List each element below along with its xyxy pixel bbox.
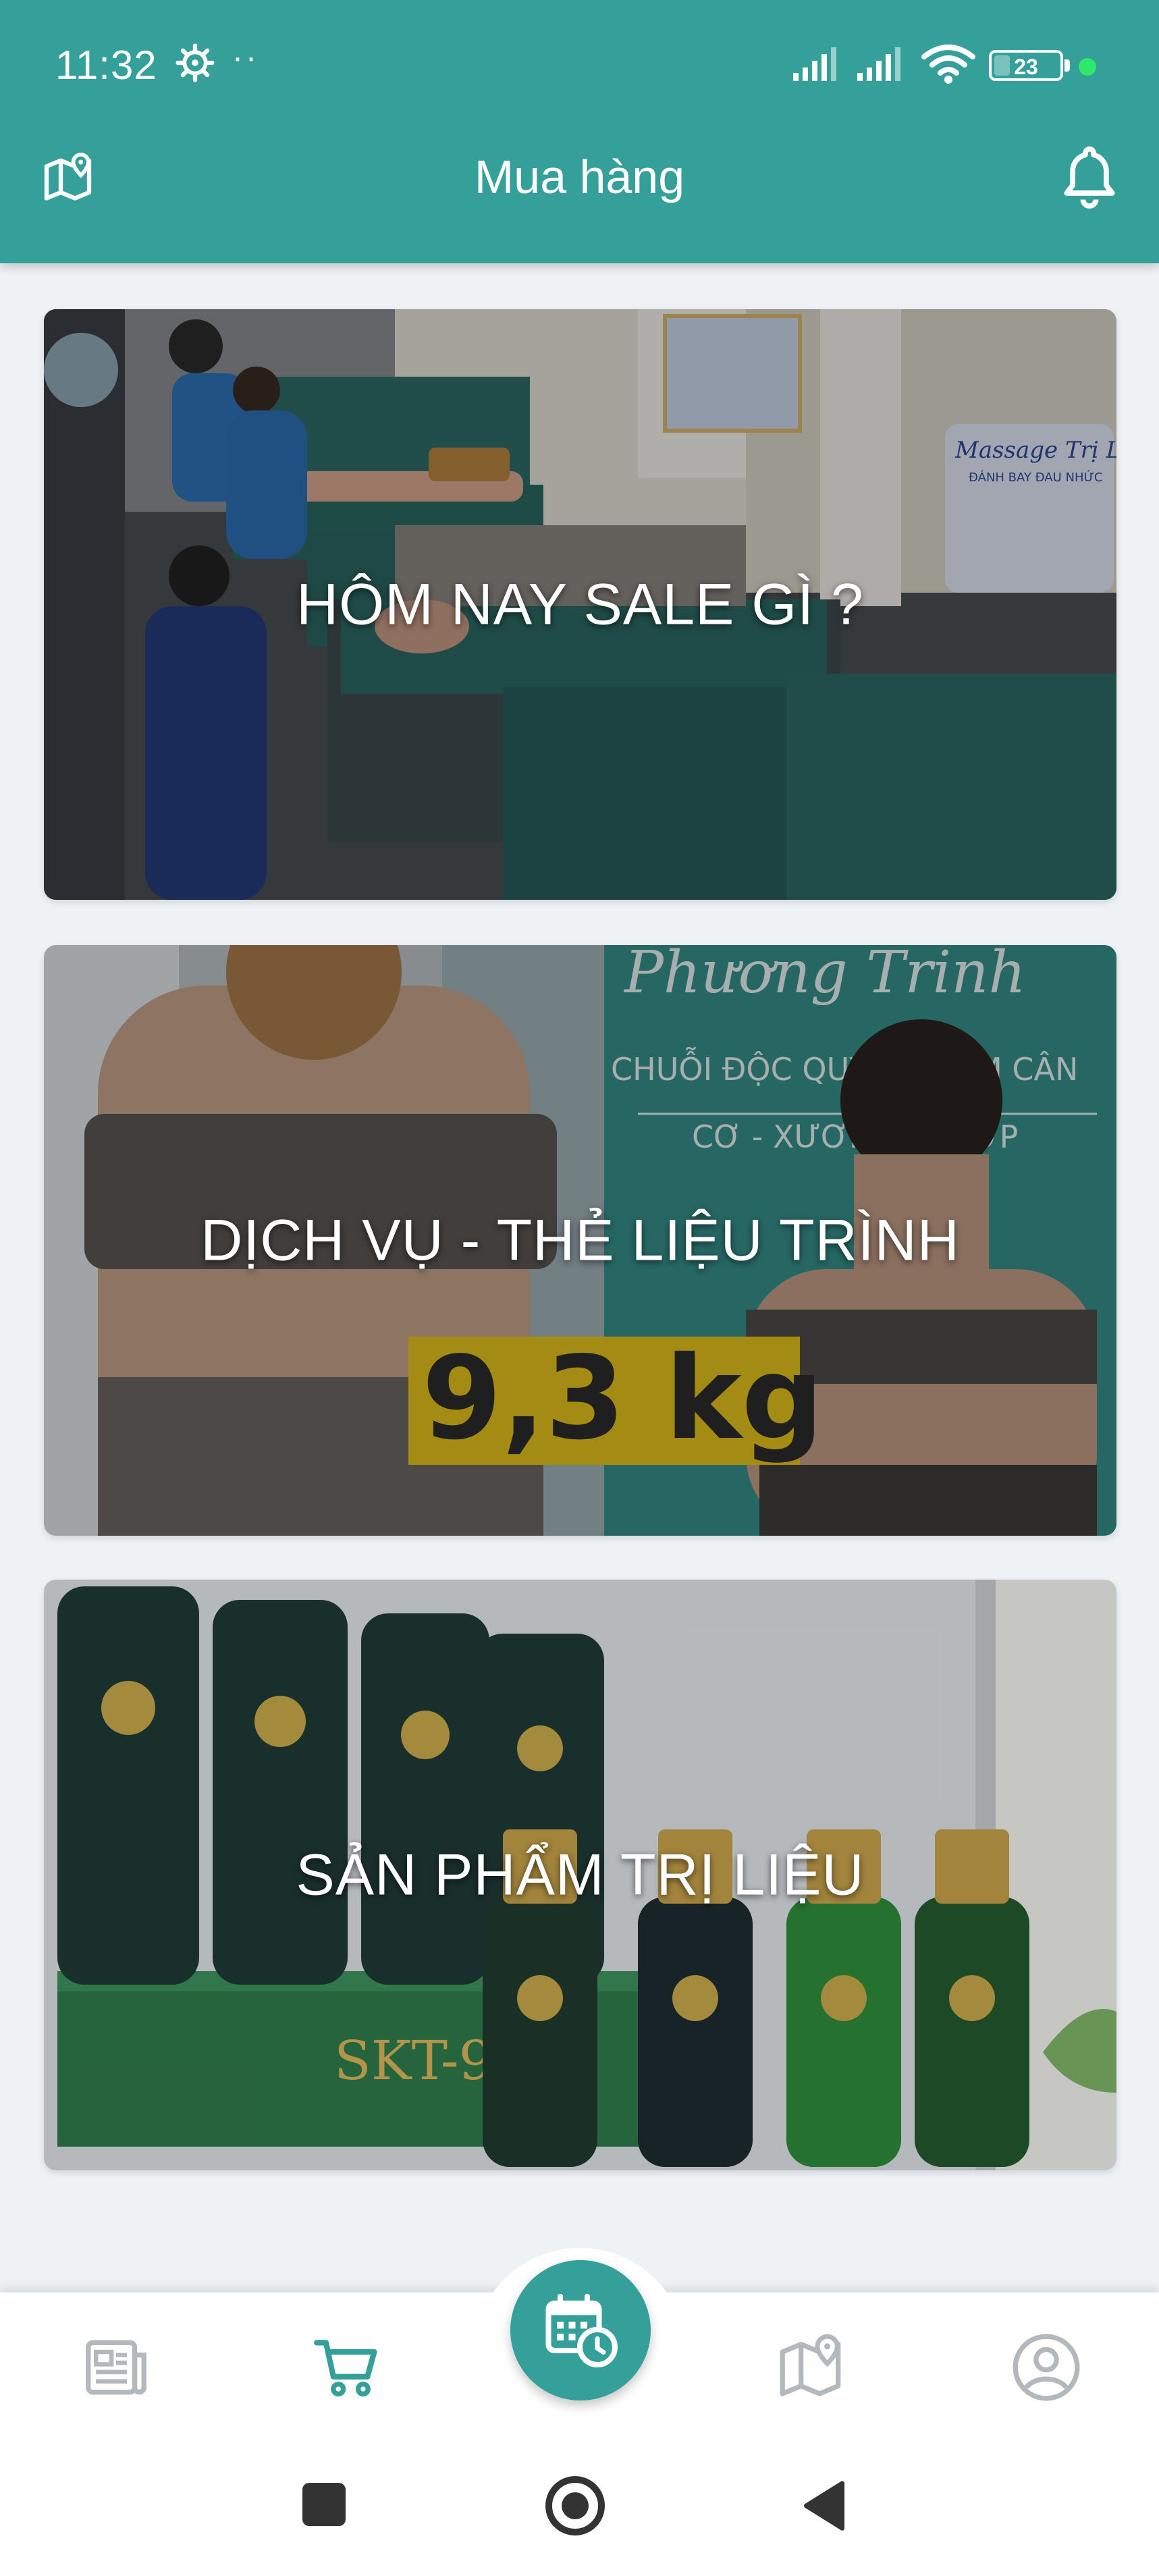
wifi-icon <box>921 45 975 84</box>
cart-icon[interactable] <box>311 2330 385 2405</box>
card-label: HÔM NAY SALE GÌ ? <box>296 572 864 637</box>
back-button[interactable] <box>801 2479 848 2533</box>
settings-gear-icon <box>176 43 215 82</box>
battery-level: 23 <box>1014 55 1038 79</box>
status-time: 11:32 <box>55 43 157 88</box>
card-label: SẢN PHẨM TRỊ LIỆU <box>296 1842 865 1907</box>
battery-icon: 23 <box>989 50 1063 81</box>
recent-apps-button[interactable] <box>302 2483 346 2526</box>
news-icon[interactable] <box>79 2330 153 2405</box>
app-header: 11:32 ·· 23 Mua hàng <box>0 0 1159 263</box>
booking-fab-button[interactable] <box>510 2260 651 2400</box>
profile-icon[interactable] <box>1009 2330 1083 2405</box>
notification-bell-icon[interactable] <box>1058 143 1121 212</box>
page-title: Mua hàng <box>474 151 685 203</box>
card-label: DỊCH VỤ - THẺ LIỆU TRÌNH <box>200 1208 960 1272</box>
promo-card-sale[interactable]: Massage Trị Liệu ĐÁNH BAY ĐAU NHỨC HÔM N… <box>44 309 1116 900</box>
signal-icon <box>793 47 836 81</box>
promo-card-products[interactable]: SKT-9 SẢN PHẨM TRỊ LIỆU <box>44 1580 1116 2170</box>
promo-card-services[interactable]: Phương Trinh CHUỖI ĐỘC QUYỀN GIẢM CÂN CƠ… <box>44 945 1116 1536</box>
calendar-clock-icon <box>545 2294 618 2367</box>
status-bar: 11:32 ·· 23 <box>0 0 1159 132</box>
signal-icon <box>857 47 900 81</box>
home-button[interactable] <box>545 2476 605 2535</box>
status-more-dots: ·· <box>232 40 259 76</box>
map-icon[interactable] <box>776 2330 851 2405</box>
privacy-indicator-dot <box>1079 58 1096 76</box>
